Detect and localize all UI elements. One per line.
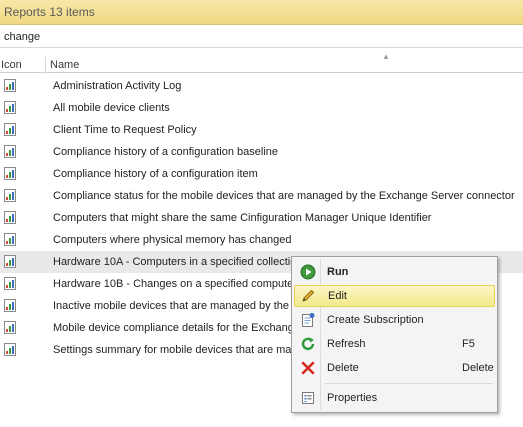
sort-ascending-icon: ▲	[382, 52, 390, 61]
column-header: Icon Name ▲	[0, 52, 523, 73]
menu-item-properties[interactable]: Properties	[294, 387, 495, 409]
report-icon	[4, 211, 16, 224]
report-name: Settings summary for mobile devices that…	[53, 344, 292, 356]
report-icon	[4, 255, 16, 268]
menu-item-create-subscription[interactable]: Create Subscription	[294, 309, 495, 331]
menu-item-label: Properties	[327, 392, 378, 404]
menu-item-label: Refresh	[327, 338, 366, 350]
menu-item-edit[interactable]: Edit	[294, 285, 495, 307]
menu-item-shortcut: Delete	[462, 362, 494, 374]
pencil-icon	[302, 289, 315, 302]
report-icon	[4, 277, 16, 290]
report-icon	[4, 233, 16, 246]
report-name: Hardware 10A - Computers in a specified …	[53, 256, 297, 268]
menu-item-label: Run	[327, 266, 349, 278]
report-name: Compliance status for the mobile devices…	[53, 190, 515, 202]
run-icon	[300, 264, 316, 280]
table-row[interactable]: Compliance history of a configuration it…	[0, 163, 523, 185]
report-name: Computers that might share the same Cinf…	[53, 212, 432, 224]
table-row[interactable]: Computers where physical memory has chan…	[0, 229, 523, 251]
menu-separator	[325, 383, 493, 384]
table-row[interactable]: All mobile device clients	[0, 97, 523, 119]
menu-item-shortcut: F5	[462, 338, 475, 350]
column-header-icon[interactable]: Icon	[1, 59, 22, 71]
report-icon	[4, 145, 16, 158]
menu-item-label: Edit	[328, 290, 347, 302]
report-name: Mobile device compliance details for the…	[53, 322, 294, 334]
menu-item-label: Create Subscription	[327, 314, 424, 326]
context-menu: Run Edit Create Subscription Refresh F5 …	[291, 256, 498, 413]
report-icon	[4, 167, 16, 180]
report-icon	[4, 189, 16, 202]
table-row[interactable]: Administration Activity Log	[0, 75, 523, 97]
menu-item-refresh[interactable]: Refresh F5	[294, 333, 495, 355]
table-row[interactable]: Computers that might share the same Cinf…	[0, 207, 523, 229]
subscription-icon	[302, 313, 315, 327]
column-divider[interactable]	[45, 57, 46, 73]
report-name: Client Time to Request Policy	[53, 124, 197, 136]
report-name: Compliance history of a configuration ba…	[53, 146, 279, 158]
panel-title: Reports 13 items	[4, 5, 95, 19]
menu-item-label: Delete	[327, 362, 359, 374]
table-row[interactable]: Client Time to Request Policy	[0, 119, 523, 141]
report-icon	[4, 123, 16, 136]
delete-icon	[301, 361, 315, 375]
report-name: Hardware 10B - Changes on a specified co…	[53, 278, 294, 290]
report-icon	[4, 343, 16, 356]
report-icon	[4, 79, 16, 92]
report-name: Administration Activity Log	[53, 80, 182, 92]
search-input[interactable]	[2, 28, 521, 45]
report-name: Inactive mobile devices that are managed…	[53, 300, 290, 312]
report-icon	[4, 101, 16, 114]
report-name: Compliance history of a configuration it…	[53, 168, 258, 180]
report-icon	[4, 321, 16, 334]
panel-header: Reports 13 items	[0, 0, 523, 25]
table-row[interactable]: Compliance history of a configuration ba…	[0, 141, 523, 163]
refresh-icon	[301, 337, 315, 351]
properties-icon	[302, 392, 314, 404]
search-bar	[0, 26, 523, 48]
menu-item-run[interactable]: Run	[294, 261, 495, 283]
menu-item-delete[interactable]: Delete Delete	[294, 357, 495, 379]
report-name: All mobile device clients	[53, 102, 170, 114]
table-row[interactable]: Compliance status for the mobile devices…	[0, 185, 523, 207]
report-icon	[4, 299, 16, 312]
report-name: Computers where physical memory has chan…	[53, 234, 292, 246]
column-header-name[interactable]: Name	[50, 59, 79, 71]
